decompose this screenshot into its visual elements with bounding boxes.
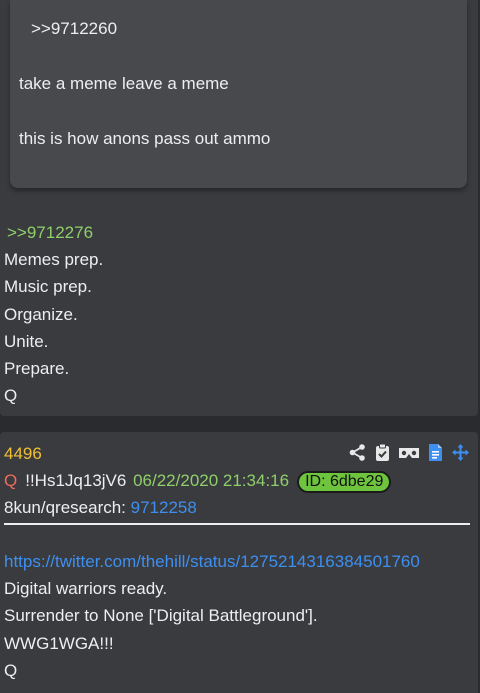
board-line: 8kun/qresearch: 9712258 — [4, 498, 197, 518]
post-body: Digital warriors ready. Surrender to Non… — [4, 579, 318, 688]
post-line: Surrender to None ['Digital Battleground… — [4, 606, 318, 626]
post-previous: >>9712260 take a meme leave a meme this … — [0, 0, 478, 416]
quote-reference-link[interactable]: >>9712260 — [31, 19, 117, 39]
document-icon[interactable] — [426, 443, 445, 462]
q-marker: Q — [4, 471, 18, 490]
board-post-link[interactable]: 9712258 — [131, 498, 197, 517]
board-label: 8kun/qresearch: — [4, 498, 126, 517]
post-actions — [348, 443, 470, 462]
post-line: Digital warriors ready. — [4, 579, 168, 598]
post-signature: Q — [4, 660, 18, 680]
tripcode: !!Hs1Jq13jV6 — [25, 471, 127, 490]
vr-goggles-icon[interactable] — [398, 443, 420, 462]
post-header: Q !!Hs1Jq13jV6 06/22/2020 21:34:16 ID: 6db… — [4, 471, 392, 493]
post-line: Music prep. — [4, 277, 92, 297]
post-signature: Q — [4, 386, 18, 406]
post-line: Organize. — [4, 304, 78, 324]
quote-text-line: take a meme leave a meme — [19, 74, 229, 93]
post-line: Memes prep. — [4, 250, 104, 269]
post-body: Memes prep. Music prep. Organize. Unite.… — [4, 250, 103, 414]
post-datetime: 06/22/2020 21:34:16 — [133, 471, 290, 490]
reply-reference-link[interactable]: >>9712276 — [7, 223, 93, 243]
id-badge[interactable]: ID: 6dbe29 — [297, 471, 392, 493]
post-number[interactable]: 4496 — [4, 444, 42, 464]
move-arrows-icon[interactable] — [451, 443, 470, 462]
post-line: WWG1WGA!!! — [4, 633, 114, 653]
quoted-post-preview: >>9712260 take a meme leave a meme this … — [10, 0, 467, 188]
post-line: Prepare. — [4, 359, 70, 379]
post-current: 4496 Q !!Hs1Jq13jV6 06/22/2020 21:34:16 ID… — [0, 432, 478, 693]
clipboard-check-icon[interactable] — [373, 443, 392, 462]
post-line: Unite. — [4, 331, 49, 351]
divider — [4, 523, 470, 525]
tweet-link[interactable]: https://twitter.com/thehill/status/12752… — [4, 552, 420, 572]
share-icon[interactable] — [348, 443, 367, 462]
quote-text-line: this is how anons pass out ammo — [19, 129, 271, 148]
